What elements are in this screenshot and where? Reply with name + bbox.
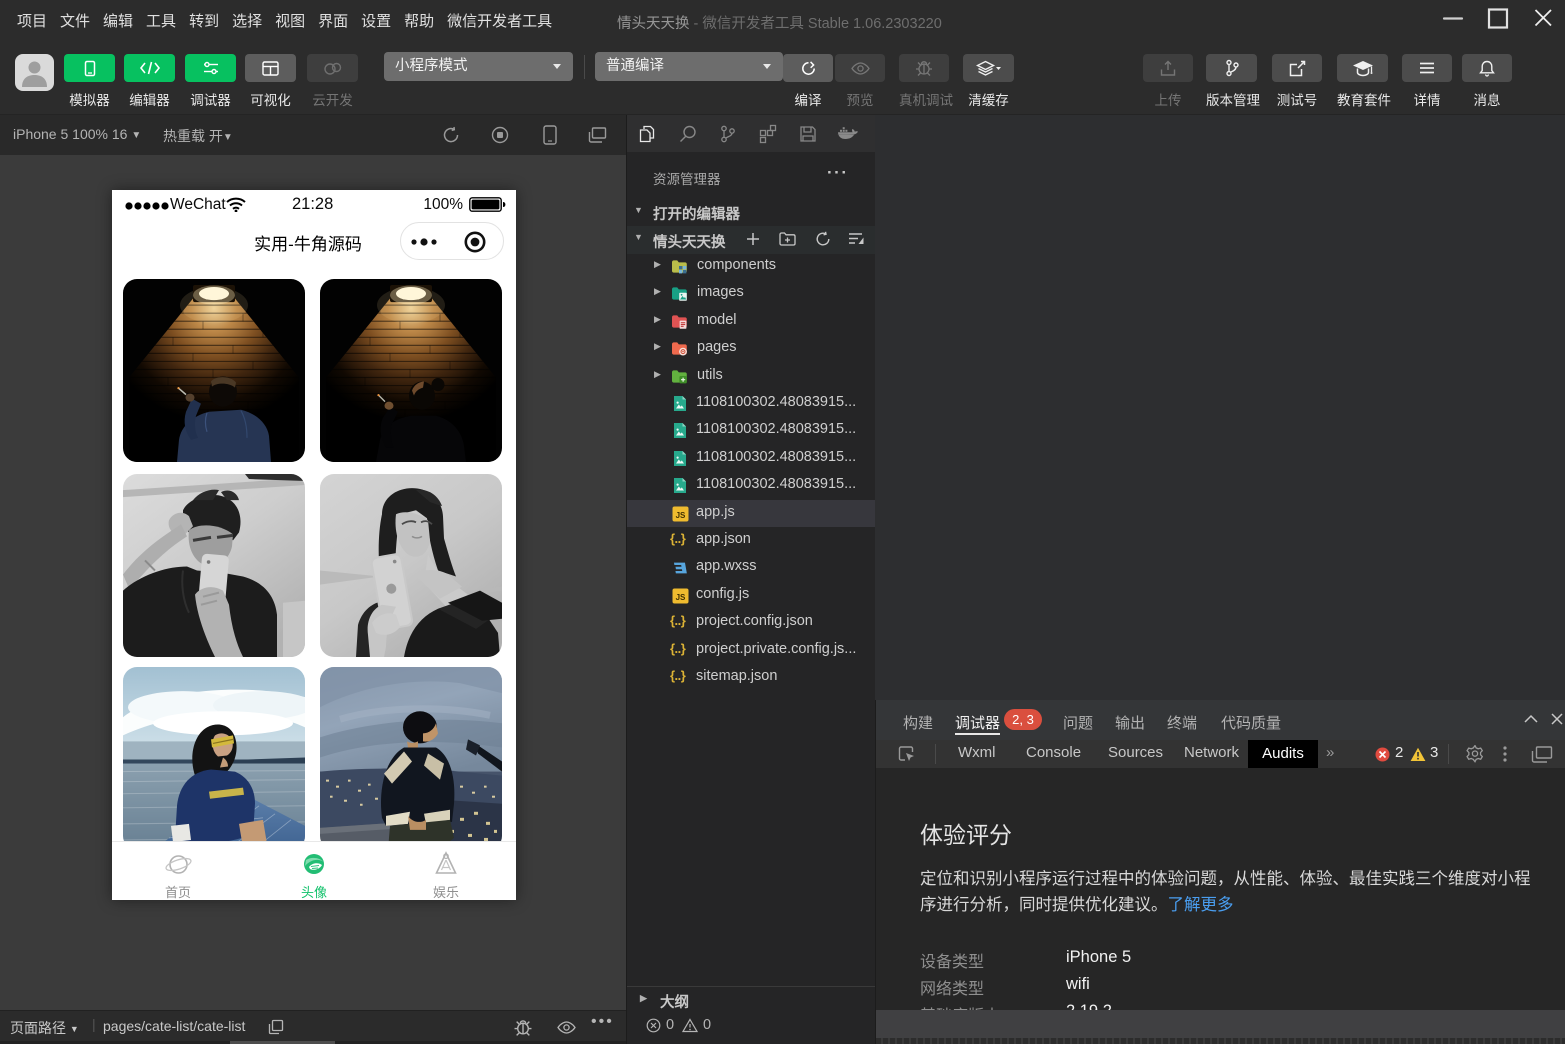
svg-text:JS: JS	[676, 511, 686, 520]
svg-text:JS: JS	[676, 593, 686, 602]
